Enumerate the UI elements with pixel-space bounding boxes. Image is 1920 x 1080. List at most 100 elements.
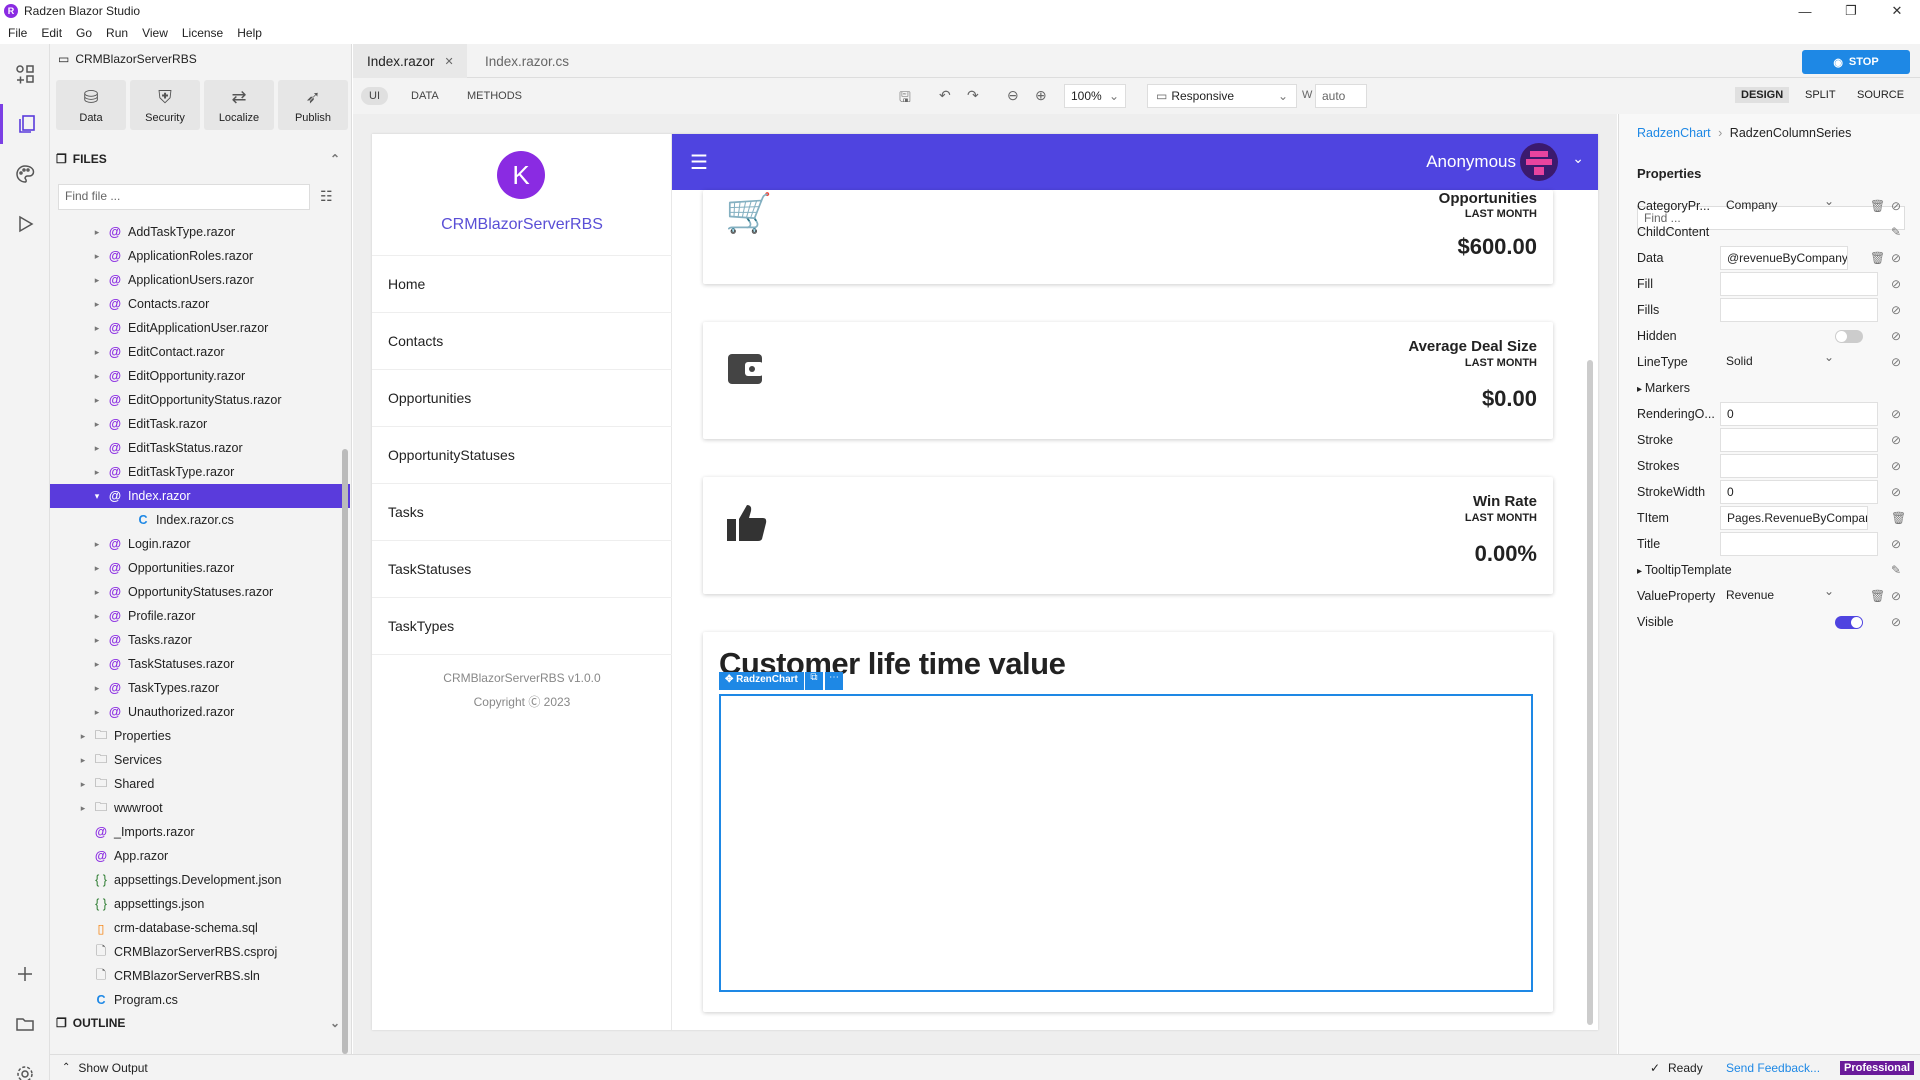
save-icon[interactable]: 🖫 <box>899 87 911 111</box>
menu-edit[interactable]: Edit <box>41 26 62 40</box>
chevron-right-icon[interactable]: ▸ <box>92 347 102 358</box>
property-input[interactable] <box>1720 272 1878 296</box>
nav-opportunity-statuses[interactable]: OpportunityStatuses <box>372 426 672 483</box>
file-item[interactable]: 🗋 CRMBlazorServerRBS.sln <box>50 964 350 988</box>
file-item[interactable]: 🗋 CRMBlazorServerRBS.csproj <box>50 940 350 964</box>
property-input[interactable]: Pages.RevenueByCompany <box>1720 506 1868 530</box>
zoom-select[interactable]: 100% ⌄ <box>1064 84 1126 108</box>
expand-chevron-icon[interactable]: ▸ <box>1637 566 1645 577</box>
folder-item[interactable]: ▸ 🗀 Services <box>50 748 350 772</box>
radzen-chart-placeholder[interactable] <box>719 694 1533 992</box>
bind-link-icon[interactable]: ⊘ <box>1891 355 1901 369</box>
bind-link-icon[interactable]: ⊘ <box>1891 615 1901 629</box>
device-select[interactable]: ▭ Responsive ⌄ <box>1147 84 1297 108</box>
file-item[interactable]: ▸ @ ApplicationUsers.razor <box>50 268 350 292</box>
property-select[interactable]: Solid <box>1720 350 1840 374</box>
file-item[interactable]: { } appsettings.Development.json <box>50 868 350 892</box>
chevron-right-icon[interactable]: ▸ <box>92 419 102 430</box>
chevron-right-icon[interactable]: ▸ <box>92 395 102 406</box>
file-item[interactable]: ▸ @ Unauthorized.razor <box>50 700 350 724</box>
chevron-right-icon[interactable]: ▸ <box>92 467 102 478</box>
chevron-right-icon[interactable]: ▸ <box>78 731 88 742</box>
delete-icon[interactable]: 🗑 <box>1870 199 1885 213</box>
chevron-right-icon[interactable]: ▸ <box>92 251 102 262</box>
nav-tasks[interactable]: Tasks <box>372 483 672 540</box>
chevron-down-icon[interactable]: ▾ <box>92 491 102 502</box>
folder-item[interactable]: ▸ 🗀 wwwroot <box>50 796 350 820</box>
zoom-out-icon[interactable]: ⊖ <box>1007 87 1019 104</box>
security-tool-button[interactable]: ⛨ Security <box>130 80 200 130</box>
chevron-right-icon[interactable]: ▸ <box>92 635 102 646</box>
chevron-right-icon[interactable]: ▸ <box>78 755 88 766</box>
menu-file[interactable]: File <box>8 26 27 40</box>
file-item[interactable]: ▸ @ ApplicationRoles.razor <box>50 244 350 268</box>
send-feedback-link[interactable]: Send Feedback... <box>1726 1061 1820 1075</box>
more-options-icon[interactable]: ⋯ <box>825 672 843 690</box>
bind-link-icon[interactable]: ⊘ <box>1891 537 1901 551</box>
chevron-right-icon[interactable]: ▸ <box>92 659 102 670</box>
canvas-scrollbar[interactable] <box>1587 360 1593 1025</box>
zoom-in-icon[interactable]: ⊕ <box>1035 87 1047 104</box>
property-input[interactable]: 0 <box>1720 480 1878 504</box>
explorer-scrollbar[interactable] <box>342 449 348 1054</box>
maximize-button[interactable]: ❐ <box>1828 0 1874 22</box>
chevron-right-icon[interactable]: ▸ <box>92 299 102 310</box>
property-input[interactable] <box>1720 532 1878 556</box>
file-item[interactable]: ▸ @ OpportunityStatuses.razor <box>50 580 350 604</box>
file-item[interactable]: C Index.razor.cs <box>50 508 350 532</box>
component-badge[interactable]: ✥ RadzenChart <box>719 672 804 690</box>
bind-link-icon[interactable]: ⊘ <box>1891 277 1901 291</box>
file-item[interactable]: ▾ @ Index.razor <box>50 484 350 508</box>
data-tool-button[interactable]: ⛁ Data <box>56 80 126 130</box>
property-input[interactable]: @revenueByCompany <box>1720 246 1848 270</box>
folder-item[interactable]: ▸ 🗀 Shared <box>50 772 350 796</box>
chevron-down-icon[interactable]: ⌄ <box>1572 150 1584 167</box>
file-item[interactable]: C Program.cs <box>50 988 350 1012</box>
nav-opportunities[interactable]: Opportunities <box>372 369 672 426</box>
chevron-right-icon[interactable]: ▸ <box>92 275 102 286</box>
file-item[interactable]: ▸ @ EditOpportunity.razor <box>50 364 350 388</box>
chevron-right-icon[interactable]: ▸ <box>92 371 102 382</box>
file-item[interactable]: ▸ @ TaskStatuses.razor <box>50 652 350 676</box>
component-select-icon[interactable]: ⧉ <box>805 672 823 690</box>
property-toggle[interactable] <box>1835 616 1863 629</box>
file-item[interactable]: { } appsettings.json <box>50 892 350 916</box>
property-input[interactable]: 0 <box>1720 402 1878 426</box>
chevron-right-icon[interactable]: ▸ <box>92 611 102 622</box>
nav-home[interactable]: Home <box>372 255 672 312</box>
design-mode-tab[interactable]: DESIGN <box>1735 87 1790 103</box>
mode-data-tab[interactable]: DATA <box>403 87 447 105</box>
file-item[interactable]: @ App.razor <box>50 844 350 868</box>
bind-link-icon[interactable]: ⊘ <box>1891 589 1901 603</box>
file-item[interactable]: ▸ @ Opportunities.razor <box>50 556 350 580</box>
chevron-right-icon[interactable]: ▸ <box>78 779 88 790</box>
menu-view[interactable]: View <box>142 26 168 40</box>
add-icon[interactable] <box>0 954 50 994</box>
file-item[interactable]: ▸ @ TaskTypes.razor <box>50 676 350 700</box>
files-section-header[interactable]: ❐ FILES ⌃ <box>56 148 346 170</box>
file-item[interactable]: ▸ @ EditTask.razor <box>50 412 350 436</box>
nav-contacts[interactable]: Contacts <box>372 312 672 369</box>
file-item[interactable]: ▸ @ EditTaskStatus.razor <box>50 436 350 460</box>
localize-tool-button[interactable]: ⇄ Localize <box>204 80 274 130</box>
chevron-right-icon[interactable]: ▸ <box>92 539 102 550</box>
bind-link-icon[interactable]: ⊘ <box>1891 199 1901 213</box>
breadcrumb-link[interactable]: RadzenChart <box>1637 126 1711 140</box>
bind-link-icon[interactable]: ⊘ <box>1891 485 1901 499</box>
avatar[interactable] <box>1520 143 1558 181</box>
delete-icon[interactable]: 🗑 <box>1870 251 1885 265</box>
file-item[interactable]: ▸ @ AddTaskType.razor <box>50 220 350 244</box>
run-debug-icon[interactable] <box>0 204 50 244</box>
property-input[interactable] <box>1720 454 1878 478</box>
publish-tool-button[interactable]: ➶ Publish <box>278 80 348 130</box>
property-input[interactable] <box>1720 298 1878 322</box>
bind-link-icon[interactable]: ⊘ <box>1891 251 1901 265</box>
theme-palette-icon[interactable] <box>0 154 50 194</box>
delete-icon[interactable]: 🗑 <box>1870 589 1885 603</box>
property-select[interactable]: Company <box>1720 194 1840 218</box>
chevron-right-icon[interactable]: ▸ <box>78 803 88 814</box>
file-item[interactable]: ▸ @ EditOpportunityStatus.razor <box>50 388 350 412</box>
property-input[interactable] <box>1720 428 1878 452</box>
source-mode-tab[interactable]: SOURCE <box>1851 87 1910 103</box>
find-file-input[interactable]: Find file ... <box>58 184 310 210</box>
